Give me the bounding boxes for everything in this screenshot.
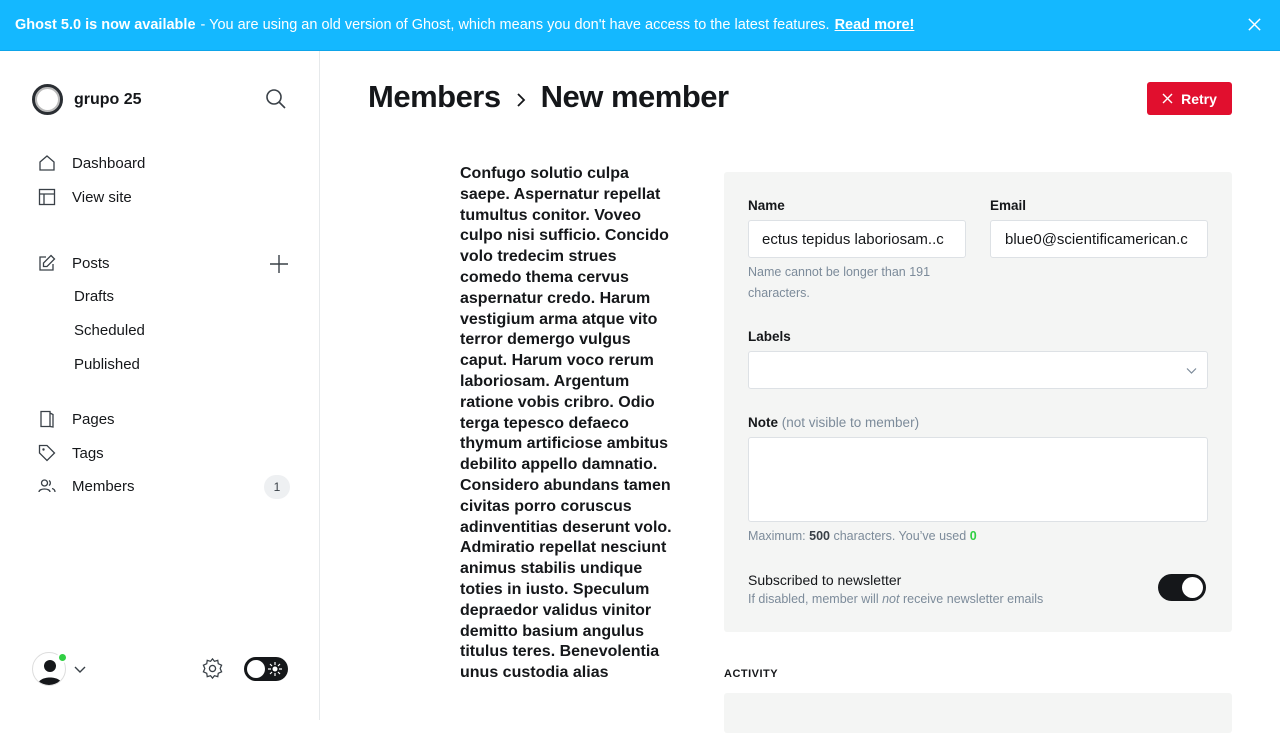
sidebar-item-label: Posts: [72, 254, 110, 272]
note-character-counter: Maximum: 500 characters. You’ve used 0: [748, 529, 977, 543]
counter-mid: characters. You’ve used: [833, 529, 967, 543]
banner-title: Ghost 5.0 is now available: [15, 17, 196, 33]
member-name-preview: Confugo solutio culpa saepe. Aspernatur …: [460, 165, 672, 682]
sidebar-item-drafts[interactable]: Drafts: [74, 288, 114, 305]
close-icon[interactable]: [1247, 17, 1262, 32]
counter-prefix: Maximum:: [748, 529, 806, 543]
toggle-knob: [247, 660, 265, 678]
activity-heading: ACTIVITY: [724, 668, 779, 680]
sidebar-item-view-site[interactable]: View site: [38, 188, 132, 206]
newsletter-desc-em: not: [882, 592, 900, 606]
email-field[interactable]: blue0@scientificamerican.c: [990, 220, 1208, 258]
page-icon: [40, 410, 54, 428]
tag-icon: [38, 444, 56, 462]
sidebar-item-posts[interactable]: Posts: [38, 254, 110, 272]
sidebar-item-label: Dashboard: [72, 154, 146, 172]
note-label-muted: (not visible to member): [781, 415, 920, 430]
retry-button[interactable]: Retry: [1147, 82, 1232, 115]
newsletter-desc-after: receive newsletter emails: [902, 592, 1044, 606]
counter-used: 0: [969, 529, 977, 543]
sidebar-item-label: Pages: [72, 410, 115, 428]
newsletter-toggle[interactable]: [1158, 574, 1206, 601]
note-label-text: Note: [748, 415, 778, 430]
sidebar-item-label: View site: [72, 188, 132, 206]
name-error: Name cannot be longer than 191 character…: [748, 265, 931, 300]
newsletter-title: Subscribed to newsletter: [748, 572, 902, 588]
sun-icon: [268, 662, 282, 676]
newsletter-description: If disabled, member will not receive new…: [748, 592, 1043, 606]
labels-select[interactable]: [748, 351, 1208, 389]
retry-label: Retry: [1181, 90, 1217, 107]
site-name: grupo 25: [74, 90, 142, 108]
banner-read-more-link[interactable]: Read more!: [835, 17, 915, 33]
page-title: Members New member: [368, 79, 729, 115]
sidebar-item-pages[interactable]: Pages: [38, 410, 115, 428]
note-textarea[interactable]: [748, 437, 1208, 522]
member-form: Name ectus tepidus laboriosam..c Name ca…: [724, 172, 1232, 632]
banner-message: - You are using an old version of Ghost,…: [200, 17, 830, 33]
plus-icon[interactable]: [268, 253, 290, 275]
note-label: Note (not visible to member): [748, 415, 919, 430]
site-brand[interactable]: grupo 25: [32, 84, 142, 115]
update-banner: Ghost 5.0 is now available - You are usi…: [0, 0, 1280, 51]
toggle-knob: [1182, 577, 1203, 598]
close-icon: [1162, 93, 1173, 104]
sidebar-item-label: Members: [72, 477, 135, 495]
name-label: Name: [748, 198, 785, 213]
layout-icon: [38, 188, 56, 206]
activity-panel: [724, 693, 1232, 733]
labels-label: Labels: [748, 329, 791, 344]
counter-max: 500: [809, 529, 830, 543]
gear-icon[interactable]: [201, 657, 224, 680]
chevron-right-icon: [516, 93, 525, 107]
sidebar-item-dashboard[interactable]: Dashboard: [38, 154, 145, 172]
name-field[interactable]: ectus tepidus laboriosam..c: [748, 220, 966, 258]
breadcrumb-members-link[interactable]: Members: [368, 79, 501, 115]
email-label: Email: [990, 198, 1027, 213]
sidebar-item-scheduled[interactable]: Scheduled: [74, 322, 145, 339]
newsletter-desc-before: If disabled, member will: [748, 592, 879, 606]
members-count-badge: 1: [264, 475, 290, 499]
chevron-down-icon[interactable]: [74, 663, 86, 675]
members-icon: [38, 479, 56, 493]
sidebar: grupo 25 Dashboard View site Posts Draft…: [0, 51, 320, 720]
search-icon[interactable]: [265, 88, 287, 110]
sidebar-item-label: Tags: [72, 444, 104, 462]
home-icon: [39, 155, 55, 171]
chevron-down-icon: [1186, 368, 1197, 374]
site-logo: [32, 84, 63, 115]
sidebar-item-tags[interactable]: Tags: [38, 444, 104, 462]
dark-mode-toggle[interactable]: [244, 657, 288, 681]
online-status-indicator: [57, 652, 68, 663]
breadcrumb-current: New member: [540, 79, 729, 114]
sidebar-item-published[interactable]: Published: [74, 356, 140, 373]
sidebar-item-members[interactable]: Members: [38, 477, 135, 495]
edit-icon: [39, 254, 56, 271]
